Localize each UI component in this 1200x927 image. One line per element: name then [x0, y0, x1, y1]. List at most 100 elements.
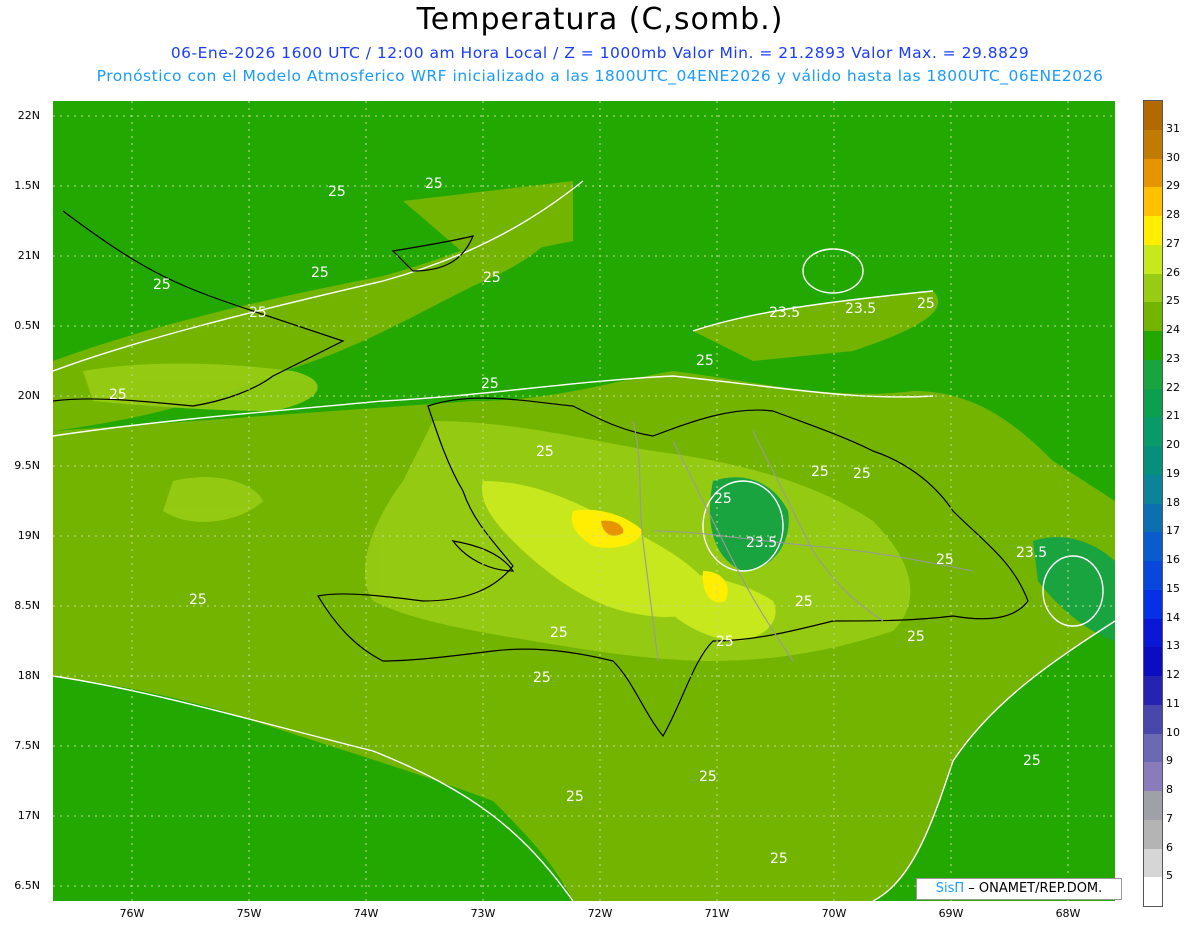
colorbar-swatch [1144, 762, 1162, 791]
contour-label: 25 [481, 376, 499, 392]
contour-label: 25 [853, 466, 871, 482]
contour-label: 25 [917, 296, 935, 312]
colorbar-swatch [1144, 359, 1162, 389]
contour-label: 25 [425, 176, 443, 192]
contour-label: 25 [936, 552, 954, 568]
contour-label: 25 [714, 491, 732, 507]
contour-label: 25 [189, 592, 207, 608]
colorbar-swatch [1144, 819, 1162, 849]
contour-label: 23.5 [769, 305, 800, 321]
colorbar-label: 29 [1166, 179, 1180, 193]
contour-label: 25 [311, 265, 329, 281]
colorbar-label: 25 [1166, 294, 1180, 308]
colorbar-swatch [1144, 101, 1162, 130]
colorbar-swatch [1144, 589, 1162, 619]
contour-label: 25 [328, 184, 346, 200]
credit-box: SisΠ – ONAMET/REP.DOM. [916, 878, 1122, 900]
contour-label: 25 [249, 305, 267, 321]
latitude-label: 9.5N [14, 459, 40, 472]
colorbar-label: 11 [1166, 696, 1180, 710]
contour-label: 23.5 [746, 535, 777, 551]
latitude-label: 17N [17, 809, 40, 822]
longitude-label: 76W [119, 907, 145, 920]
colorbar-swatch [1144, 158, 1162, 188]
longitude-label: 74W [353, 907, 379, 920]
contour-label: 23.5 [1016, 545, 1047, 561]
latitude-label: 20N [17, 389, 40, 402]
longitude-label: 69W [938, 907, 964, 920]
colorbar-swatch [1144, 791, 1162, 820]
colorbar-label: 8 [1166, 783, 1173, 796]
colorbar-label: 7 [1166, 811, 1173, 825]
colorbar-swatch [1144, 733, 1162, 763]
contour-label: 25 [716, 634, 734, 650]
colorbar-swatch [1144, 417, 1162, 446]
contour-label: 25 [696, 353, 714, 369]
map-subtitle-model-info: Pronóstico con el Modelo Atmosferico WRF… [96, 67, 1104, 85]
colorbar-swatch [1144, 129, 1162, 159]
contour-label: 25 [699, 769, 717, 785]
longitude-label: 72W [587, 907, 613, 920]
contour-label: 25 [770, 851, 788, 867]
colorbar-label: 5 [1166, 869, 1173, 883]
colorbar-swatch [1144, 618, 1162, 648]
contour-label: 25 [536, 444, 554, 460]
contour-label: 25 [153, 277, 171, 293]
colorbar-label: 18 [1166, 495, 1180, 509]
colorbar-swatch [1144, 877, 1162, 906]
contour-label: 25 [533, 670, 551, 686]
colorbar-label: 9 [1166, 754, 1173, 768]
latitude-label: 1.5N [14, 179, 40, 192]
latitude-label: 0.5N [14, 319, 40, 332]
colorbar-swatch [1144, 244, 1162, 274]
colorbar-swatch [1144, 187, 1162, 216]
contour-label: 25 [907, 629, 925, 645]
temperature-map: 25 25 25 25 25 25 23.5 23.5 25 25 25 25 … [53, 101, 1115, 901]
colorbar-label: 27 [1166, 236, 1180, 250]
colorbar-label: 10 [1166, 725, 1180, 739]
colorbar-label: 15 [1166, 581, 1180, 595]
colorbar-label: 30 [1166, 150, 1180, 164]
colorbar-label: 20 [1166, 438, 1180, 451]
colorbar-label: 23 [1166, 351, 1180, 365]
colorbar-swatch [1144, 302, 1162, 331]
colorbar-label: 6 [1166, 840, 1173, 854]
contour-label: 25 [811, 464, 829, 480]
contour-label: 25 [483, 270, 501, 286]
contour-label: 25 [109, 387, 127, 403]
longitude-label: 73W [470, 907, 496, 920]
temperature-colorbar [1143, 100, 1163, 907]
longitude-label: 75W [236, 907, 262, 920]
colorbar-swatch [1144, 647, 1162, 676]
colorbar-swatch [1144, 848, 1162, 878]
latitude-label: 8.5N [14, 599, 40, 612]
contour-label: 25 [1023, 753, 1041, 769]
colorbar-label: 31 [1166, 121, 1180, 135]
contour-label: 23.5 [845, 301, 876, 317]
sispi-logo: SisΠ [935, 881, 965, 896]
colorbar-swatch [1144, 532, 1162, 561]
contour-label: 25 [566, 789, 584, 805]
longitude-label: 68W [1055, 907, 1081, 920]
latitude-label: 7.5N [14, 739, 40, 752]
longitude-label: 71W [704, 907, 730, 920]
colorbar-label: 14 [1166, 610, 1180, 624]
latitude-label: 19N [17, 529, 40, 542]
colorbar-label: 17 [1166, 524, 1180, 538]
map-subtitle-valid-time: 06-Ene-2026 1600 UTC / 12:00 am Hora Loc… [170, 44, 1030, 62]
map-title: Temperatura (C,somb.) [416, 2, 784, 37]
credit-text: ONAMET/REP.DOM. [974, 881, 1103, 896]
colorbar-swatch [1144, 216, 1162, 245]
colorbar-swatch [1144, 446, 1162, 475]
colorbar-label: 24 [1166, 323, 1180, 336]
colorbar-label: 21 [1166, 409, 1180, 423]
colorbar-label: 12 [1166, 668, 1180, 681]
latitude-label: 21N [17, 249, 40, 262]
colorbar-swatch [1144, 331, 1162, 360]
latitude-label: 6.5N [14, 879, 40, 892]
colorbar-label: 28 [1166, 208, 1180, 221]
contour-label: 25 [550, 625, 568, 641]
colorbar-label: 19 [1166, 466, 1180, 480]
latitude-label: 22N [17, 109, 40, 122]
colorbar-swatch [1144, 503, 1162, 533]
